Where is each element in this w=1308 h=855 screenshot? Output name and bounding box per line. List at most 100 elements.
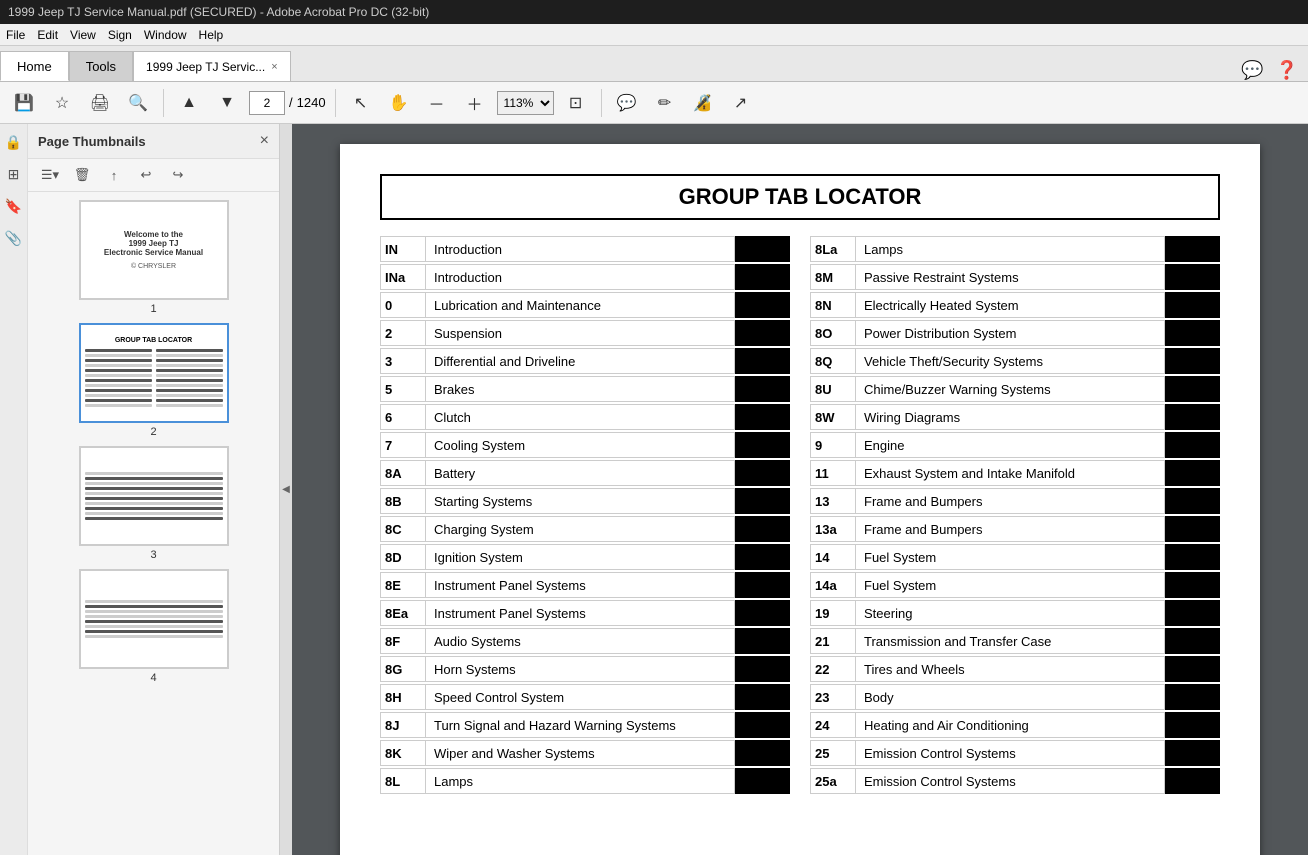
table-row: 11Exhaust System and Intake Manifold (810, 460, 1220, 486)
row-bar (735, 712, 790, 738)
hand-tool[interactable]: ✋ (383, 87, 415, 119)
sidebar-redo-button[interactable]: ↪ (164, 163, 192, 187)
select-tool[interactable]: ↖ (345, 87, 377, 119)
row-code: 8H (380, 684, 426, 710)
sidebar-thumbnails-area: Welcome to the1999 Jeep TJElectronic Ser… (28, 192, 279, 855)
current-page-input[interactable] (249, 91, 285, 115)
row-code: 7 (380, 432, 426, 458)
row-bar (1165, 656, 1220, 682)
gtl-columns: INIntroductionINaIntroduction0Lubricatio… (380, 236, 1220, 796)
row-code: 23 (810, 684, 856, 710)
menu-file[interactable]: File (6, 28, 25, 42)
sidebar-delete-button[interactable]: 🗑 (68, 163, 96, 187)
menu-bar: File Edit View Sign Window Help (0, 24, 1308, 46)
row-bar (735, 572, 790, 598)
draw-button[interactable]: ✏ (649, 87, 681, 119)
thumbnail-3[interactable]: 3 (36, 446, 271, 561)
sidebar-move-up-button[interactable]: ↑ (100, 163, 128, 187)
title-bar-text: 1999 Jeep TJ Service Manual.pdf (SECURED… (8, 5, 429, 19)
row-label: Starting Systems (426, 488, 735, 514)
thumbnail-2[interactable]: GROUP TAB LOCATOR (36, 323, 271, 438)
menu-view[interactable]: View (70, 28, 96, 42)
table-row: 9Engine (810, 432, 1220, 458)
row-label: Ignition System (426, 544, 735, 570)
table-row: 13aFrame and Bumpers (810, 516, 1220, 542)
tab-home[interactable]: Home (0, 51, 69, 81)
row-bar (1165, 488, 1220, 514)
row-code: 8Ea (380, 600, 426, 626)
tab-tools[interactable]: Tools (69, 51, 133, 81)
group-tab-locator-title: GROUP TAB LOCATOR (380, 174, 1220, 220)
sidebar-close-button[interactable]: × (260, 132, 269, 150)
print-button[interactable]: 🖨 (84, 87, 116, 119)
table-row: 19Steering (810, 600, 1220, 626)
row-bar (735, 404, 790, 430)
table-row: 8LaLamps (810, 236, 1220, 262)
thumbnail-3-image (79, 446, 229, 546)
thumbnail-4[interactable]: 4 (36, 569, 271, 684)
row-bar (735, 292, 790, 318)
fit-page-button[interactable]: ⊡ (560, 87, 592, 119)
menu-window[interactable]: Window (144, 28, 187, 42)
row-code: 21 (810, 628, 856, 654)
row-code: 5 (380, 376, 426, 402)
export-button[interactable]: ↗ (725, 87, 757, 119)
row-bar (735, 740, 790, 766)
thumbnails-icon[interactable]: ⊞ (2, 162, 26, 186)
toolbar-separator-1 (163, 89, 164, 117)
sidebar-undo-button[interactable]: ↩ (132, 163, 160, 187)
thumbnail-1[interactable]: Welcome to the1999 Jeep TJElectronic Ser… (36, 200, 271, 315)
save-button[interactable]: 💾 (8, 87, 40, 119)
row-label: Lubrication and Maintenance (426, 292, 735, 318)
pdf-viewer[interactable]: GROUP TAB LOCATOR INIntroductionINaIntro… (292, 124, 1308, 855)
table-row: 8JTurn Signal and Hazard Warning Systems (380, 712, 790, 738)
table-row: 0Lubrication and Maintenance (380, 292, 790, 318)
row-label: Wiring Diagrams (856, 404, 1165, 430)
tab-close-button[interactable]: × (271, 61, 277, 73)
row-code: 13a (810, 516, 856, 542)
row-label: Introduction (426, 236, 735, 262)
row-label: Turn Signal and Hazard Warning Systems (426, 712, 735, 738)
zoom-out-button[interactable]: － (421, 87, 453, 119)
next-page-button[interactable]: ▼ (211, 87, 243, 119)
table-row: 14aFuel System (810, 572, 1220, 598)
zoom-select[interactable]: 113% 100% 75% 125% (497, 91, 554, 115)
stamp-button[interactable]: 🔏 (687, 87, 719, 119)
row-bar (735, 432, 790, 458)
menu-edit[interactable]: Edit (37, 28, 58, 42)
bookmark-button[interactable]: ☆ (46, 87, 78, 119)
row-label: Suspension (426, 320, 735, 346)
prev-page-button[interactable]: ▲ (173, 87, 205, 119)
table-row: 8FAudio Systems (380, 628, 790, 654)
menu-help[interactable]: Help (199, 28, 224, 42)
sidebar-menu-button[interactable]: ☰▾ (36, 163, 64, 187)
row-bar (1165, 572, 1220, 598)
row-bar (1165, 544, 1220, 570)
row-label: Wiper and Washer Systems (426, 740, 735, 766)
find-button[interactable]: 🔍 (122, 87, 154, 119)
zoom-in-button[interactable]: ＋ (459, 87, 491, 119)
row-bar (735, 516, 790, 542)
help-icon[interactable]: ❓ (1276, 60, 1298, 81)
attachments-icon[interactable]: 📎 (2, 226, 26, 250)
row-code: 8D (380, 544, 426, 570)
tab-document[interactable]: 1999 Jeep TJ Servic... × (133, 51, 291, 81)
comment-button[interactable]: 💬 (611, 87, 643, 119)
menu-sign[interactable]: Sign (108, 28, 132, 42)
row-code: INa (380, 264, 426, 290)
sidebar-collapse-handle[interactable]: ◀ (280, 124, 292, 855)
row-code: 8U (810, 376, 856, 402)
row-bar (1165, 460, 1220, 486)
row-label: Frame and Bumpers (856, 516, 1165, 542)
row-label: Charging System (426, 516, 735, 542)
bookmarks-icon[interactable]: 🔖 (2, 194, 26, 218)
table-row: 25Emission Control Systems (810, 740, 1220, 766)
row-bar (735, 768, 790, 794)
table-row: 8BStarting Systems (380, 488, 790, 514)
table-row: 22Tires and Wheels (810, 656, 1220, 682)
row-bar (1165, 740, 1220, 766)
row-bar (1165, 348, 1220, 374)
chat-icon[interactable]: 💬 (1241, 60, 1263, 81)
row-bar (735, 628, 790, 654)
page-sep: / (289, 95, 293, 110)
